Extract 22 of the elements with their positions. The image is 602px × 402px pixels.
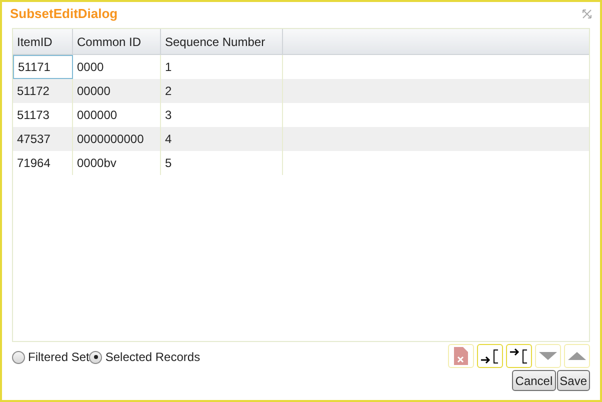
- radio-button[interactable]: [12, 350, 25, 364]
- delete-file-icon: [454, 347, 468, 365]
- table-cell: 5: [161, 151, 283, 175]
- column-header[interactable]: Sequence Number: [161, 29, 283, 54]
- close-icon[interactable]: [582, 9, 592, 19]
- table-cell: 71964: [13, 151, 73, 175]
- radio-label: Selected Records: [105, 349, 200, 366]
- window-title: SubsetEditDialog: [10, 5, 118, 24]
- table-cell: 0000bv: [73, 151, 161, 175]
- radio-button[interactable]: [89, 350, 102, 364]
- radio-label: Filtered Set: [28, 349, 90, 366]
- dialog-button[interactable]: Cancel: [512, 370, 556, 391]
- column-header[interactable]: Common ID: [73, 29, 161, 54]
- up-triangle-icon: [568, 352, 586, 360]
- toolbar-button[interactable]: [477, 344, 503, 368]
- table-cell: 51171: [13, 55, 73, 79]
- down-triangle-icon: [539, 352, 557, 360]
- dialog-button[interactable]: Save: [556, 370, 590, 391]
- insert-arrow-icon: [509, 347, 529, 365]
- toolbar-button[interactable]: [506, 344, 532, 368]
- insert-arrow-icon: [480, 347, 500, 365]
- column-header[interactable]: ItemID: [13, 29, 73, 54]
